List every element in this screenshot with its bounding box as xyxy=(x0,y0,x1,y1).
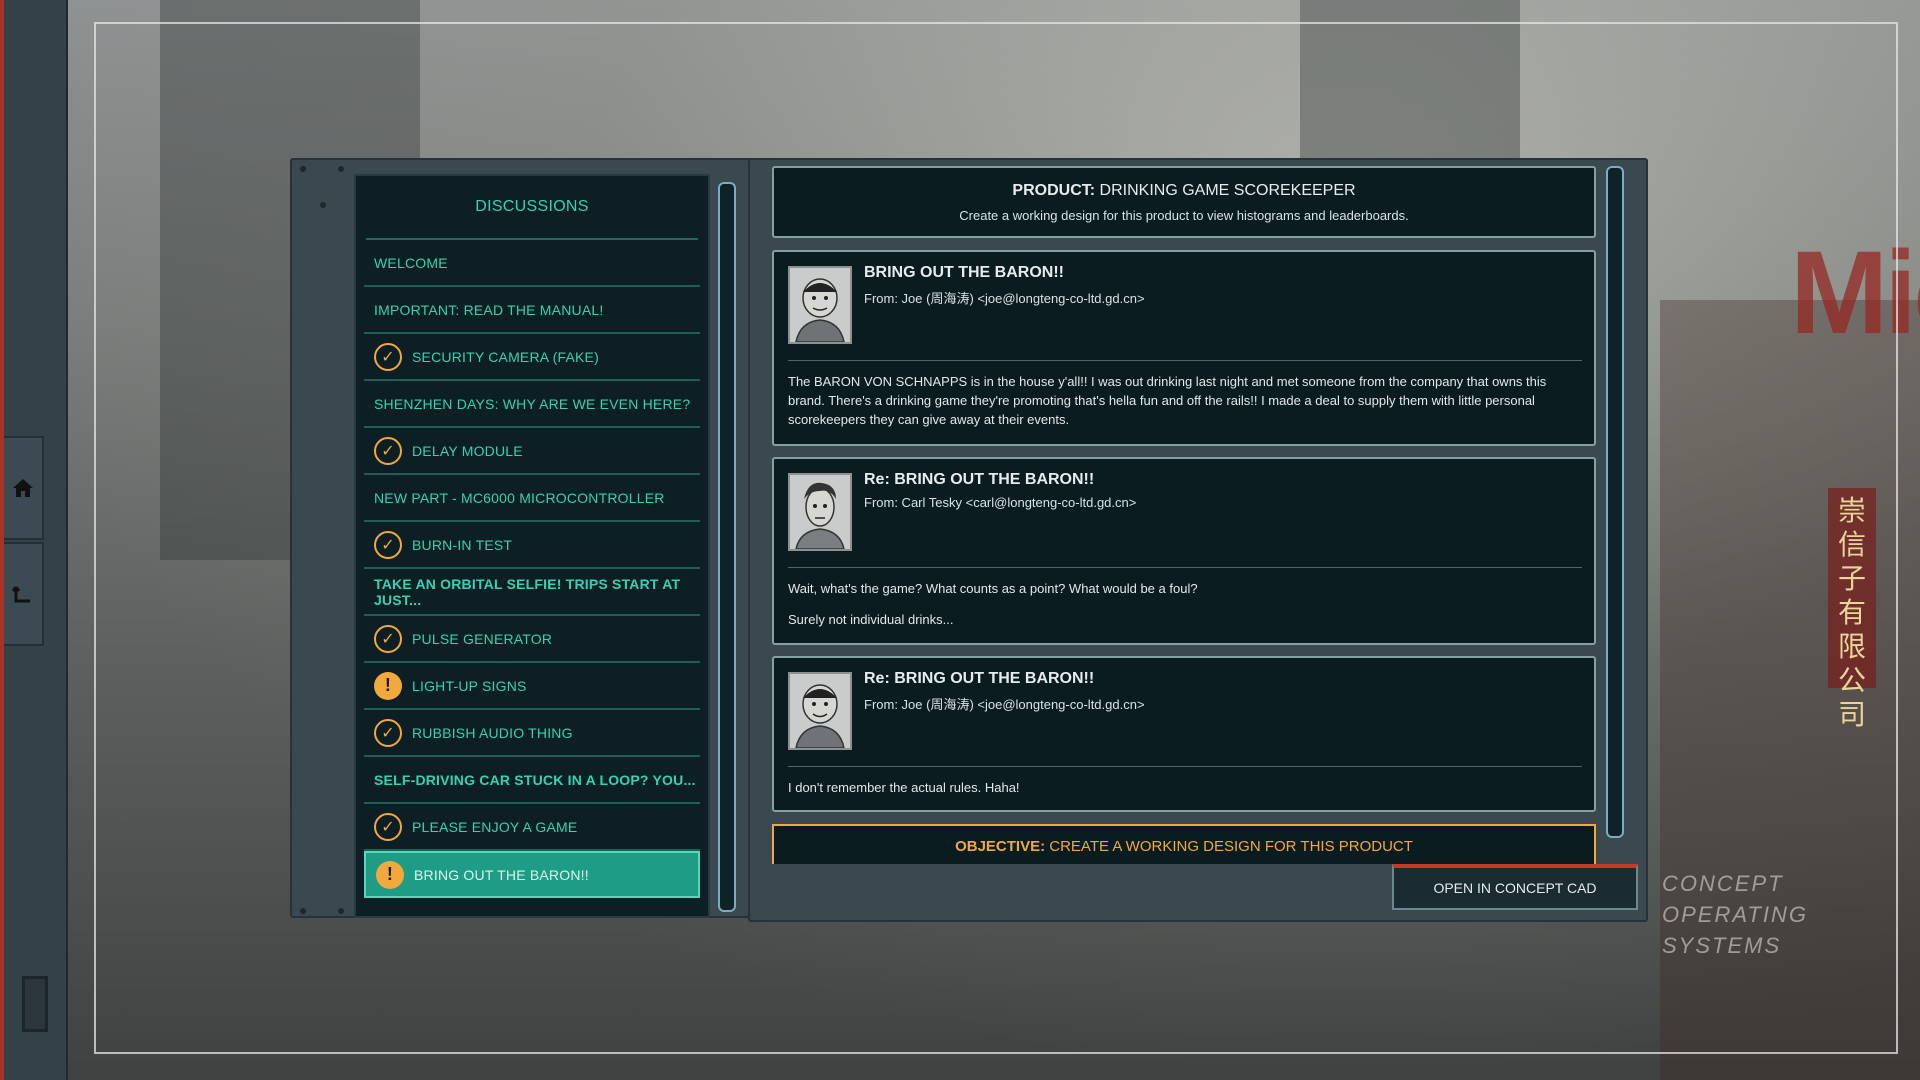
product-header: PRODUCT: DRINKING GAME SCOREKEEPER Creat… xyxy=(772,166,1596,238)
back-button[interactable] xyxy=(4,542,44,646)
sender-avatar-joe xyxy=(788,672,852,750)
discussion-item-label: BRING OUT THE BARON!! xyxy=(414,866,589,883)
discussion-item-label: SECURITY CAMERA (FAKE) xyxy=(412,348,599,365)
discussion-item-label: IMPORTANT: READ THE MANUAL! xyxy=(374,301,604,318)
product-title: PRODUCT: DRINKING GAME SCOREKEEPER xyxy=(774,182,1594,200)
discussion-item-label: RUBBISH AUDIO THING xyxy=(412,724,573,741)
discussion-item-label: WELCOME xyxy=(374,254,448,271)
message-sender: From: Joe (周海涛) <joe@longteng-co-ltd.gd.… xyxy=(864,291,1145,306)
rivet xyxy=(300,908,306,914)
product-subtitle: Create a working design for this product… xyxy=(959,208,1409,223)
brand-line: OPERATING xyxy=(1662,902,1808,927)
rivet xyxy=(338,166,344,172)
discussion-item-label: TAKE AN ORBITAL SELFIE! TRIPS START AT J… xyxy=(374,575,681,608)
checkmark-icon: ✓ xyxy=(374,436,402,465)
discussions-title: DISCUSSIONS xyxy=(366,176,698,240)
discussion-item[interactable]: ✓ DELAY MODULE xyxy=(364,428,700,475)
rivet xyxy=(338,908,344,914)
discussion-item[interactable]: ✓ PLEASE ENJOY A GAME xyxy=(364,804,700,851)
discussion-item-label: BURN-IN TEST xyxy=(412,536,513,553)
product-name: DRINKING GAME SCOREKEEPER xyxy=(1099,182,1356,199)
discussion-item[interactable]: ✓ RUBBISH AUDIO THING xyxy=(364,710,700,757)
discussions-list: DISCUSSIONS WELCOME IMPORTANT: READ THE M… xyxy=(354,174,710,918)
discussion-item[interactable]: IMPORTANT: READ THE MANUAL! xyxy=(364,287,700,334)
warning-icon: ! xyxy=(376,860,404,889)
message-paragraph: Wait, what's the game? What counts as a … xyxy=(788,581,1198,596)
checkmark-icon: ✓ xyxy=(374,812,402,841)
message-card: Re: BRING OUT THE BARON!! From: Joe (周海涛… xyxy=(772,656,1596,812)
message-body: The BARON VON SCHNAPPS is in the house y… xyxy=(788,372,1572,441)
open-in-concept-cad-button[interactable]: OPEN IN CONCEPT CAD xyxy=(1392,864,1638,910)
sender-avatar-joe xyxy=(788,266,852,344)
brand-line: CONCEPT xyxy=(1662,871,1784,896)
message-divider xyxy=(788,360,1582,361)
sender-avatar-carl xyxy=(788,473,852,551)
objective-banner: OBJECTIVE: CREATE A WORKING DESIGN FOR T… xyxy=(772,824,1596,864)
discussion-item[interactable]: ! LIGHT-UP SIGNS xyxy=(364,663,700,710)
discussion-item-label: PLEASE ENJOY A GAME xyxy=(412,818,578,835)
brand-watermark: CONCEPT OPERATING SYSTEMS xyxy=(1662,868,1808,961)
message-paragraph: Surely not individual drinks... xyxy=(788,612,954,627)
discussion-item[interactable]: ✓ PULSE GENERATOR xyxy=(364,616,700,663)
message-subject: BRING OUT THE BARON!! xyxy=(864,264,1064,281)
discussions-scrollbar[interactable] xyxy=(718,182,736,912)
discussion-item-label: SELF-DRIVING CAR STUCK IN A LOOP? YOU... xyxy=(374,771,696,788)
messages-scrollbar[interactable] xyxy=(1606,166,1624,838)
discussion-item-label: NEW PART - MC6000 MICROCONTROLLER xyxy=(374,489,665,506)
discussion-item-label: DELAY MODULE xyxy=(412,442,523,459)
message-sender: From: Carl Tesky <carl@longteng-co-ltd.g… xyxy=(864,495,1137,510)
sidebar-logo xyxy=(22,976,48,1032)
rivet xyxy=(320,202,326,208)
warning-icon: ! xyxy=(374,671,402,700)
rivet xyxy=(300,166,306,172)
discussion-item[interactable]: NEW PART - MC6000 MICROCONTROLLER xyxy=(364,475,700,522)
checkmark-icon: ✓ xyxy=(374,624,402,653)
message-card: Re: BRING OUT THE BARON!! From: Carl Tes… xyxy=(772,457,1596,645)
checkmark-icon: ✓ xyxy=(374,342,402,371)
objective-text: CREATE A WORKING DESIGN FOR THIS PRODUCT xyxy=(1049,838,1413,855)
discussions-items: WELCOME IMPORTANT: READ THE MANUAL! ✓ SECUR… xyxy=(356,240,708,898)
product-label: PRODUCT: xyxy=(1012,182,1096,199)
discussion-item-label: PULSE GENERATOR xyxy=(412,630,553,647)
message-divider xyxy=(788,567,1582,568)
discussion-item[interactable]: SELF-DRIVING CAR STUCK IN A LOOP? YOU... xyxy=(364,757,700,804)
discussion-item-label: SHENZHEN DAYS: WHY ARE WE EVEN HERE? xyxy=(374,395,691,412)
message-subject: Re: BRING OUT THE BARON!! xyxy=(864,670,1095,687)
checkmark-icon: ✓ xyxy=(374,718,402,747)
objective-label: OBJECTIVE: xyxy=(955,838,1046,855)
brand-line: SYSTEMS xyxy=(1662,933,1782,958)
message-paragraph: I don't remember the actual rules. Haha! xyxy=(788,780,1020,795)
message-body: I don't remember the actual rules. Haha! xyxy=(788,778,1572,809)
back-icon xyxy=(12,586,30,603)
home-button[interactable] xyxy=(4,436,44,540)
discussion-item[interactable]: TAKE AN ORBITAL SELFIE! TRIPS START AT J… xyxy=(364,569,700,616)
left-sidebar xyxy=(0,0,68,1080)
discussion-item[interactable]: ✓ BURN-IN TEST xyxy=(364,522,700,569)
checkmark-icon: ✓ xyxy=(374,530,402,559)
message-divider xyxy=(788,766,1582,767)
home-icon xyxy=(13,479,33,497)
discussion-item[interactable]: ✓ SECURITY CAMERA (FAKE) xyxy=(364,334,700,381)
message-body: Wait, what's the game? What counts as a … xyxy=(788,579,1572,641)
message-card: BRING OUT THE BARON!! From: Joe (周海涛) <j… xyxy=(772,250,1596,446)
discussion-item[interactable]: ! BRING OUT THE BARON!! xyxy=(364,851,700,898)
sidebar-accent xyxy=(0,0,4,1080)
message-subject: Re: BRING OUT THE BARON!! xyxy=(864,471,1095,488)
discussion-item[interactable]: WELCOME xyxy=(364,240,700,287)
message-sender: From: Joe (周海涛) <joe@longteng-co-ltd.gd.… xyxy=(864,697,1145,712)
discussion-item[interactable]: SHENZHEN DAYS: WHY ARE WE EVEN HERE? xyxy=(364,381,700,428)
discussion-item-label: LIGHT-UP SIGNS xyxy=(412,677,527,694)
message-paragraph: The BARON VON SCHNAPPS is in the house y… xyxy=(788,374,1547,427)
